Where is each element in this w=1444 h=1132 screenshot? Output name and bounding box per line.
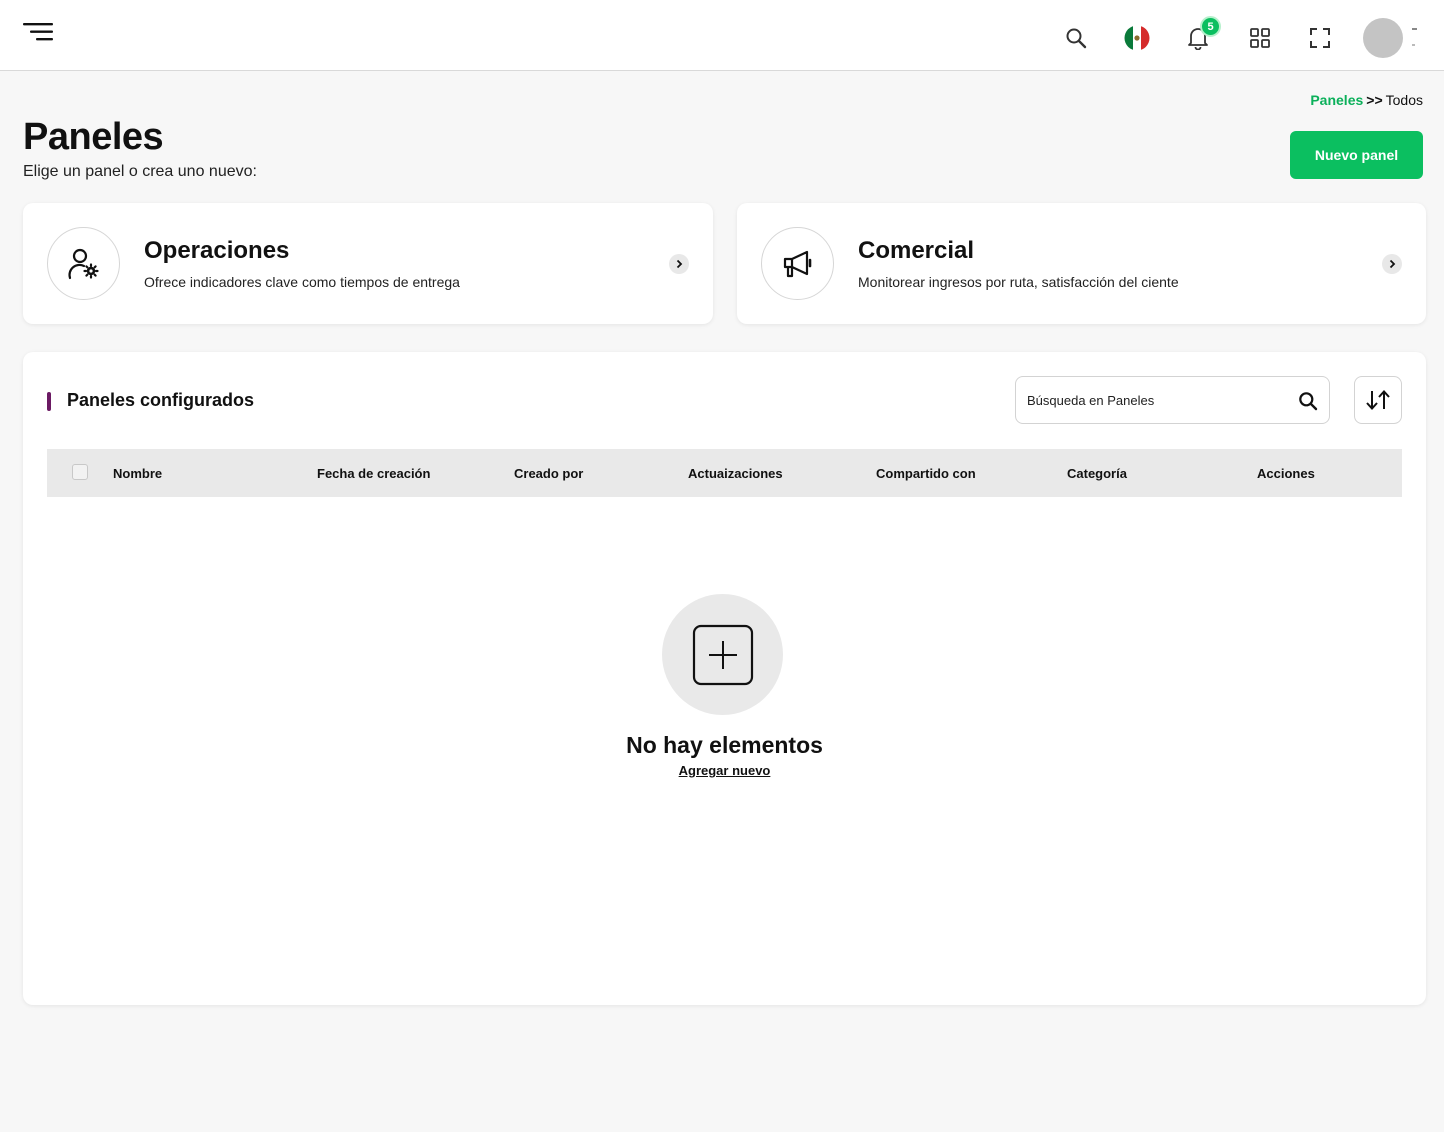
empty-state-container: Agregar nuevo: [23, 763, 1426, 778]
search-box: [1015, 376, 1330, 424]
configured-panels-section: Paneles configurados Nombre Fecha de cre…: [23, 352, 1426, 1005]
search-icon[interactable]: [1298, 391, 1318, 411]
column-header-categoria[interactable]: Categoría: [1067, 466, 1127, 481]
breadcrumb: Paneles >> Todos: [1310, 92, 1423, 108]
breadcrumb-current: Todos: [1385, 92, 1423, 108]
fullscreen-icon[interactable]: [1304, 22, 1336, 54]
chevron-right-icon[interactable]: [1382, 254, 1402, 274]
empty-state-title: No hay elementos: [626, 732, 823, 758]
column-header-creado-por[interactable]: Creado por: [514, 466, 583, 481]
top-bar: 5: [0, 0, 1444, 71]
column-header-compartido-con[interactable]: Compartido con: [876, 466, 976, 481]
column-header-fecha-creacion[interactable]: Fecha de creación: [317, 466, 430, 481]
search-input[interactable]: [1027, 377, 1287, 423]
avatar[interactable]: [1363, 18, 1403, 58]
new-panel-button[interactable]: Nuevo panel: [1290, 131, 1423, 179]
megaphone-icon: [761, 227, 834, 300]
user-gear-icon: [47, 227, 120, 300]
card-description: Monitorear ingresos por ruta, satisfacci…: [858, 274, 1179, 290]
breadcrumb-link-paneles[interactable]: Paneles: [1310, 92, 1363, 108]
card-operaciones[interactable]: Operaciones Ofrece indicadores clave com…: [23, 203, 713, 324]
select-all-checkbox[interactable]: [72, 464, 88, 480]
card-title: Operaciones: [144, 237, 290, 264]
add-new-link[interactable]: Agregar nuevo: [679, 763, 771, 778]
notification-badge: 5: [1200, 16, 1221, 37]
sort-arrows-icon: [1366, 390, 1390, 410]
page-subtitle: Elige un panel o crea uno nuevo:: [23, 163, 257, 180]
apps-grid-icon[interactable]: [1244, 22, 1276, 54]
column-header-acciones: Acciones: [1257, 466, 1315, 481]
user-menu-indicator-secondary: [1412, 44, 1415, 46]
chevron-right-icon[interactable]: [669, 254, 689, 274]
menu-icon[interactable]: [22, 22, 54, 44]
user-menu-indicator[interactable]: [1412, 28, 1417, 30]
section-title: Paneles configurados: [67, 390, 255, 410]
card-comercial[interactable]: Comercial Monitorear ingresos por ruta, …: [737, 203, 1426, 324]
card-title: Comercial: [858, 237, 975, 264]
plus-square-icon: [692, 624, 753, 685]
column-header-actualizaciones[interactable]: Actuaizaciones: [688, 466, 783, 481]
table-header: Nombre Fecha de creación Creado por Actu…: [47, 449, 1402, 497]
breadcrumb-separator: >>: [1366, 92, 1383, 108]
mexico-flag-icon[interactable]: [1121, 22, 1153, 54]
card-description: Ofrece indicadores clave como tiempos de…: [144, 274, 460, 290]
section-marker: [47, 392, 51, 411]
column-header-nombre[interactable]: Nombre: [113, 466, 162, 481]
add-new-icon-button[interactable]: [662, 594, 783, 715]
page-title: Paneles: [23, 116, 164, 158]
search-icon[interactable]: [1060, 22, 1092, 54]
sort-button[interactable]: [1354, 376, 1402, 424]
